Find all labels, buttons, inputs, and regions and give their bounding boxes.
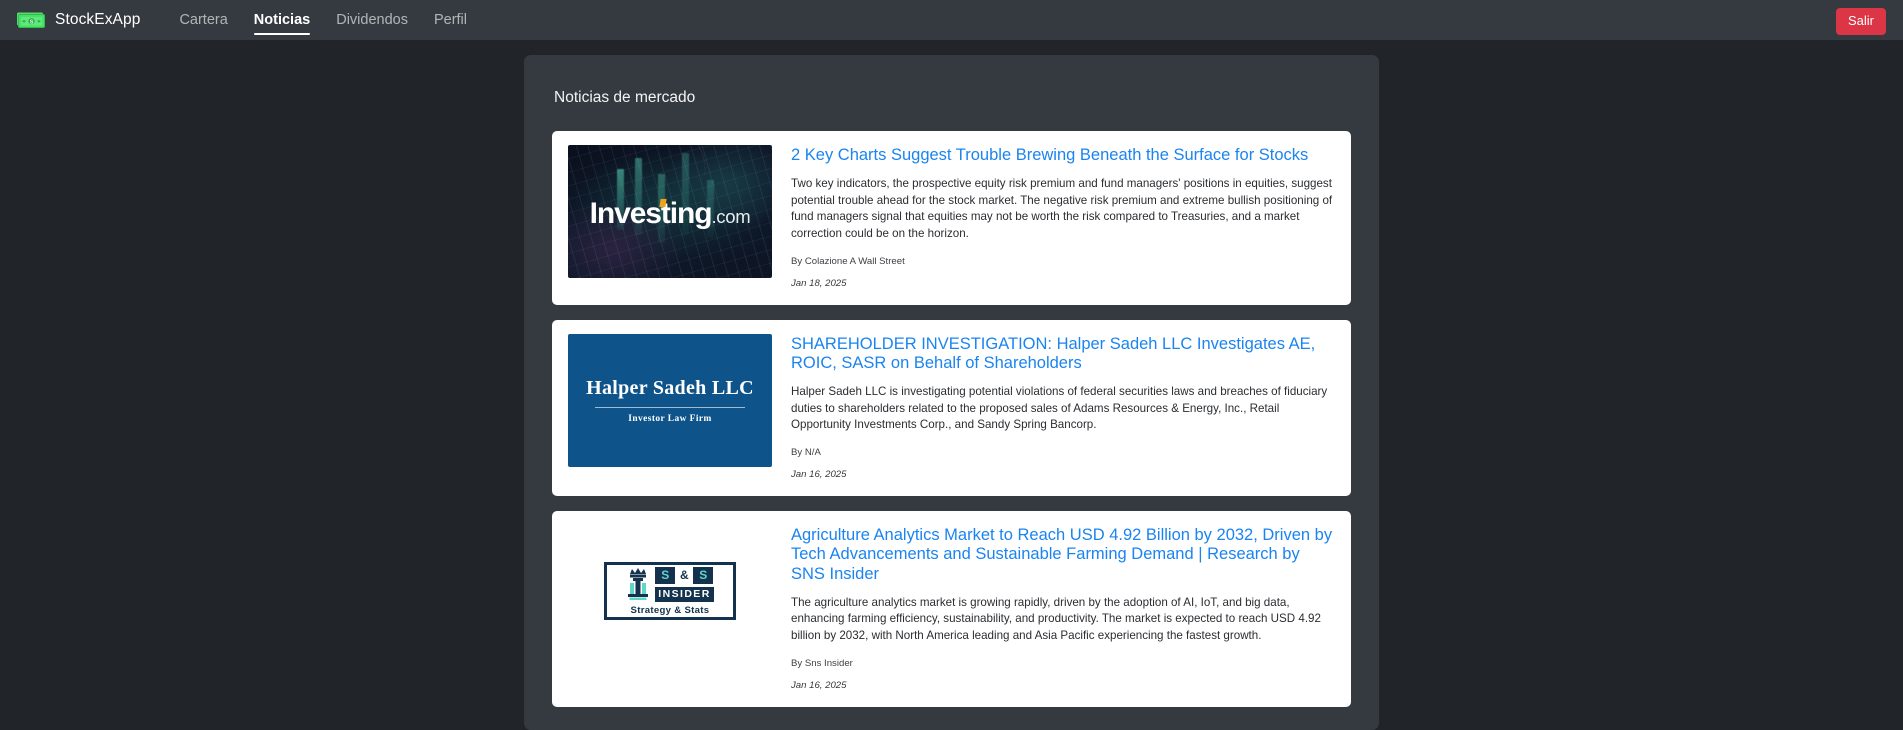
sns-insider-logo-image: S & S INSIDER Strategy & Stats [604, 562, 736, 621]
news-thumbnail: S & S INSIDER Strategy & Stats [568, 524, 772, 658]
money-banknote-icon: S [16, 10, 46, 31]
news-card[interactable]: S & S INSIDER Strategy & Stats Agricultu… [552, 510, 1351, 707]
sns-ampersand: & [679, 568, 689, 583]
king-chess-piece-icon [626, 567, 650, 601]
news-date: Jan 16, 2025 [791, 468, 847, 480]
halper-sadeh-logo-image: Halper Sadeh LLC Investor Law Firm [568, 333, 772, 467]
news-author: By Sns Insider [791, 657, 853, 669]
logout-button[interactable]: Salir [1835, 8, 1886, 35]
news-thumbnail: Investing .com [568, 145, 772, 278]
sns-letter-s1: S [655, 566, 676, 584]
investing-accent-mark [659, 199, 667, 208]
news-title-link[interactable]: SHAREHOLDER INVESTIGATION: Halper Sadeh … [791, 335, 1335, 374]
news-body: Agriculture Analytics Market to Reach US… [791, 525, 1335, 691]
svg-text:S: S [30, 19, 34, 25]
divider [595, 406, 745, 408]
nav-link-dividendos[interactable]: Dividendos [323, 0, 421, 40]
news-panel: Noticias de mercado Investing .com 2 Key… [524, 55, 1379, 730]
news-thumbnail: Halper Sadeh LLC Investor Law Firm [568, 333, 772, 467]
investing-com-logo-image: Investing .com [568, 145, 772, 278]
news-body: 2 Key Charts Suggest Trouble Brewing Ben… [791, 145, 1335, 289]
sns-letter-s2: S [693, 566, 714, 584]
news-description: The agriculture analytics market is grow… [791, 595, 1321, 642]
sns-tagline: Strategy & Stats [630, 604, 710, 616]
page-body: Noticias de mercado Investing .com 2 Key… [0, 40, 1903, 730]
sns-logo-inner: S & S INSIDER [626, 566, 714, 602]
sns-wordmark: S & S INSIDER [655, 566, 714, 602]
news-description: Two key indicators, the prospective equi… [791, 177, 1333, 241]
investing-com-suffix: .com [711, 206, 751, 228]
news-card[interactable]: Investing .com 2 Key Charts Suggest Troub… [552, 131, 1351, 305]
news-list: Investing .com 2 Key Charts Suggest Troub… [552, 131, 1351, 707]
news-description: Halper Sadeh LLC is investigating potent… [791, 385, 1328, 432]
page-title: Noticias de mercado [554, 89, 696, 106]
sns-insider-word: INSIDER [655, 586, 714, 602]
nav-link-cartera[interactable]: Cartera [166, 0, 240, 40]
sns-initials-row: S & S [655, 566, 714, 584]
news-date: Jan 16, 2025 [791, 679, 847, 691]
nav-link-perfil[interactable]: Perfil [421, 0, 480, 40]
news-title-link[interactable]: 2 Key Charts Suggest Trouble Brewing Ben… [791, 146, 1335, 165]
news-title-link[interactable]: Agriculture Analytics Market to Reach US… [791, 526, 1335, 584]
halper-firm-name: Halper Sadeh LLC [586, 376, 754, 399]
investing-wordmark: Investing .com [568, 197, 772, 231]
news-author: By Colazione A Wall Street [791, 255, 905, 267]
brand-link[interactable]: S StockExApp [16, 10, 140, 31]
top-navbar: S StockExApp Cartera Noticias Dividendos… [0, 0, 1903, 40]
news-body: SHAREHOLDER INVESTIGATION: Halper Sadeh … [791, 334, 1335, 480]
nav-links: Cartera Noticias Dividendos Perfil [166, 0, 480, 40]
investing-word: Investing [589, 197, 713, 231]
brand-name: StockExApp [55, 11, 141, 28]
news-date: Jan 18, 2025 [791, 277, 847, 289]
news-author: By N/A [791, 446, 821, 458]
halper-firm-tagline: Investor Law Firm [628, 413, 712, 424]
news-card[interactable]: Halper Sadeh LLC Investor Law Firm SHARE… [552, 319, 1351, 496]
nav-link-noticias[interactable]: Noticias [241, 0, 323, 40]
